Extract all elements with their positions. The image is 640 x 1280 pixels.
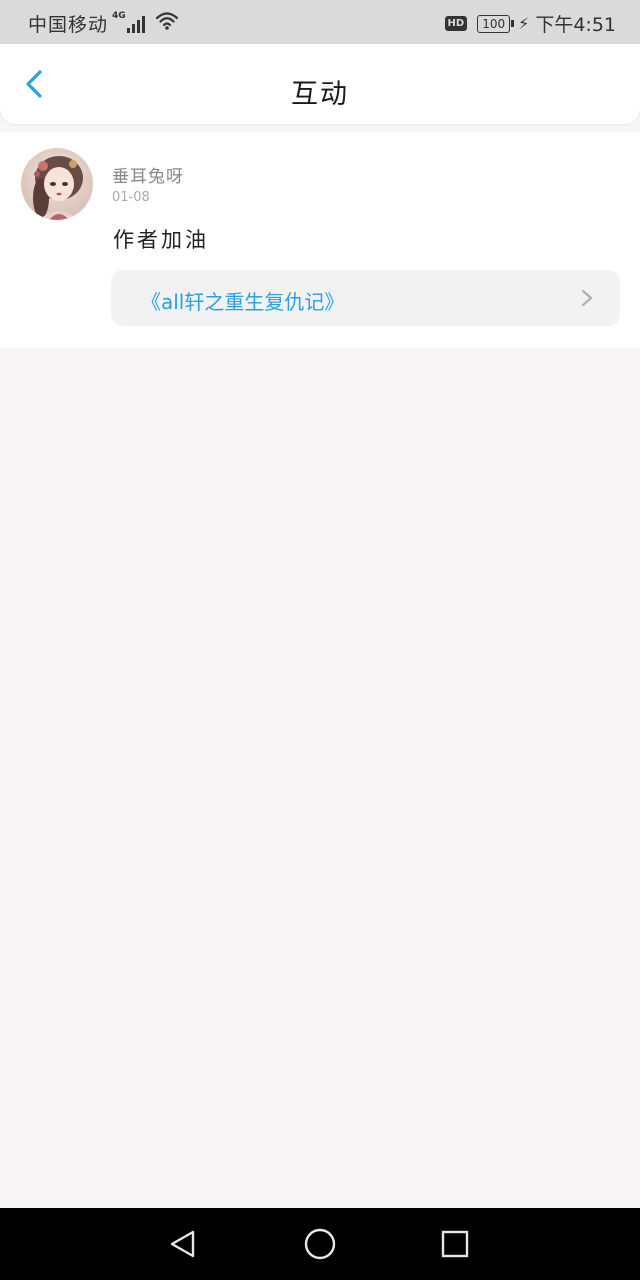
battery-icon: 100 xyxy=(477,14,515,33)
nav-back-button[interactable] xyxy=(162,1224,202,1264)
clock: 下午4:51 xyxy=(535,14,616,36)
triangle-back-icon xyxy=(170,1230,195,1258)
avatar-image xyxy=(21,148,93,220)
wifi-icon xyxy=(155,11,179,36)
nav-recents-button[interactable] xyxy=(435,1224,475,1264)
header: 互动 xyxy=(0,44,640,124)
book-link[interactable]: 《all轩之重生复仇记》 xyxy=(111,270,620,326)
page-title: 互动 xyxy=(291,79,349,110)
navigation-bar xyxy=(0,1208,640,1280)
network-type: 4G xyxy=(112,10,126,21)
status-bar: 中国移动 4G HD 100 ⚡ 下午4:51 xyxy=(0,0,640,44)
status-right: HD 100 ⚡ 下午4:51 xyxy=(444,10,616,37)
circle-home-icon xyxy=(304,1228,336,1260)
signal-icon xyxy=(126,15,147,33)
chevron-right-icon xyxy=(581,289,593,307)
username[interactable]: 垂耳兔呀 xyxy=(112,162,184,187)
charging-bolt-icon: ⚡ xyxy=(518,14,530,33)
carrier-name: 中国移动 xyxy=(28,14,109,36)
square-recents-icon xyxy=(441,1230,469,1258)
book-title: 《all轩之重生复仇记》 xyxy=(141,290,345,314)
status-left: 中国移动 4G xyxy=(28,10,179,37)
comment-date: 01-08 xyxy=(112,190,150,205)
battery-level: 100 xyxy=(477,14,511,33)
hd-badge: HD xyxy=(444,16,468,31)
avatar[interactable] xyxy=(21,148,93,220)
interaction-card: 垂耳兔呀 01-08 作者加油 《all轩之重生复仇记》 xyxy=(0,132,640,348)
comment-text: 作者加油 xyxy=(113,228,209,252)
nav-home-button[interactable] xyxy=(300,1224,340,1264)
